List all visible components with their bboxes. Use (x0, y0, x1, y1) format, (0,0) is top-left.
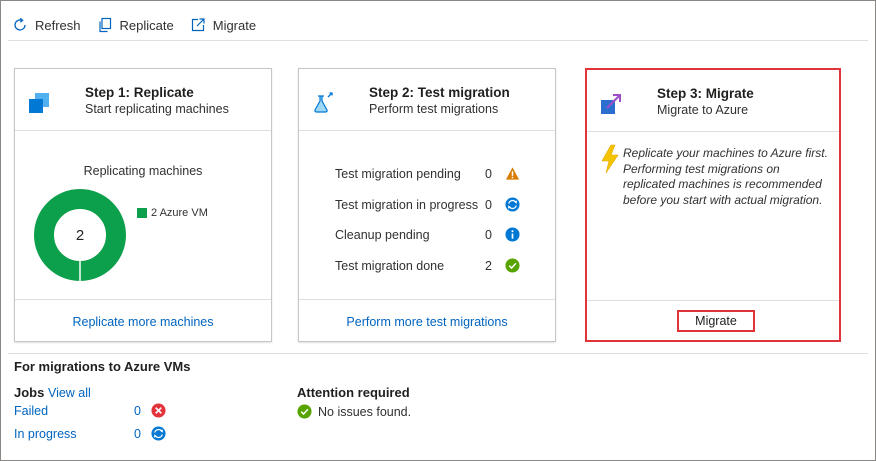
check-icon (505, 257, 520, 273)
replicate-card: Step 1: Replicate Start replicating mach… (14, 68, 272, 342)
info-icon (505, 227, 520, 242)
attention-required-title: Attention required (297, 385, 410, 400)
jobs-label: Jobs (14, 385, 45, 400)
sync-icon (505, 196, 520, 212)
sync-icon (151, 426, 166, 441)
replicate-card-header: Step 1: Replicate Start replicating mach… (15, 69, 271, 131)
error-icon (151, 403, 166, 418)
migrate-card: Step 3: Migrate Migrate to Azure Replica… (585, 68, 841, 342)
toolbar-divider (8, 40, 868, 41)
replicate-icon (29, 93, 49, 113)
open-external-icon (191, 18, 205, 32)
lightning-icon (601, 144, 619, 174)
replicate-card-subtitle: Start replicating machines (85, 102, 229, 116)
check-icon (297, 404, 312, 419)
migrate-card-header: Step 3: Migrate Migrate to Azure (587, 70, 839, 132)
jobs-header: Jobs View all (14, 385, 91, 400)
replicating-machines-heading: Replicating machines (83, 164, 203, 178)
toolbar: Refresh Replicate Migrate (12, 14, 256, 36)
beaker-icon (314, 92, 333, 113)
test-migration-card: Step 2: Test migration Perform test migr… (298, 68, 556, 342)
job-row-in-progress: In progress 0 (14, 426, 174, 445)
attention-message: No issues found. (318, 404, 412, 419)
status-row-done[interactable]: Test migration done 2 (335, 257, 525, 290)
migrate-prerequisite-message: Replicate your machines to Azure first. … (623, 146, 828, 207)
status-row-in-progress[interactable]: Test migration in progress 0 (335, 196, 525, 229)
status-label: Cleanup pending (335, 228, 430, 242)
jobs-failed-link[interactable]: Failed (14, 404, 48, 418)
legend-swatch (137, 208, 147, 218)
replicating-donut-chart: 2 (34, 189, 126, 281)
test-migration-card-header: Step 2: Test migration Perform test migr… (299, 69, 555, 131)
replicate-card-footer: Replicate more machines (15, 299, 271, 341)
test-migration-card-footer: Perform more test migrations (299, 299, 555, 341)
test-migration-card-title: Step 2: Test migration (369, 85, 510, 100)
replicate-label: Replicate (119, 17, 174, 33)
job-row-failed: Failed 0 (14, 403, 174, 422)
refresh-icon (14, 17, 26, 31)
status-label: Test migration in progress (335, 197, 479, 212)
migrate-card-title: Step 3: Migrate (657, 86, 754, 101)
copy-icon (98, 17, 111, 33)
jobs-failed-count[interactable]: 0 (134, 404, 141, 418)
replicate-button[interactable]: Replicate (97, 17, 174, 33)
replicate-more-machines-link[interactable]: Replicate more machines (72, 315, 213, 329)
migrate-toolbar-button[interactable]: Migrate (190, 17, 256, 33)
jobs-in-progress-count[interactable]: 0 (134, 427, 141, 441)
azure-vm-section-title: For migrations to Azure VMs (14, 359, 191, 374)
attention-status: No issues found. (297, 404, 411, 419)
status-row-pending[interactable]: Test migration pending 0 (335, 167, 525, 198)
migrate-card-subtitle: Migrate to Azure (657, 103, 749, 117)
status-count: 0 (485, 228, 492, 242)
migrate-icon (601, 94, 621, 114)
warning-icon (505, 167, 520, 180)
status-count: 0 (485, 167, 492, 181)
status-label: Test migration done (335, 258, 445, 273)
test-migration-status-list: Test migration pending 0 Test migration … (335, 167, 525, 289)
migrate-button[interactable]: Migrate (677, 310, 755, 332)
refresh-button[interactable]: Refresh (12, 17, 81, 33)
section-divider (8, 353, 868, 354)
status-row-cleanup[interactable]: Cleanup pending 0 (335, 227, 525, 259)
donut-legend: 2 Azure VM (137, 207, 208, 219)
jobs-view-all-link[interactable]: View all (48, 386, 91, 400)
status-count: 0 (485, 197, 492, 212)
donut-center-value: 2 (76, 227, 84, 244)
migrate-card-divider (587, 300, 839, 301)
status-count: 2 (485, 258, 492, 273)
replicate-card-title: Step 1: Replicate (85, 85, 194, 100)
legend-label: 2 Azure VM (151, 207, 208, 219)
perform-more-test-migrations-link[interactable]: Perform more test migrations (346, 315, 507, 329)
status-label: Test migration pending (335, 167, 461, 181)
test-migration-card-subtitle: Perform test migrations (369, 102, 499, 116)
migrate-toolbar-label: Migrate (212, 17, 257, 33)
jobs-in-progress-link[interactable]: In progress (14, 427, 77, 441)
refresh-label: Refresh (35, 17, 81, 33)
